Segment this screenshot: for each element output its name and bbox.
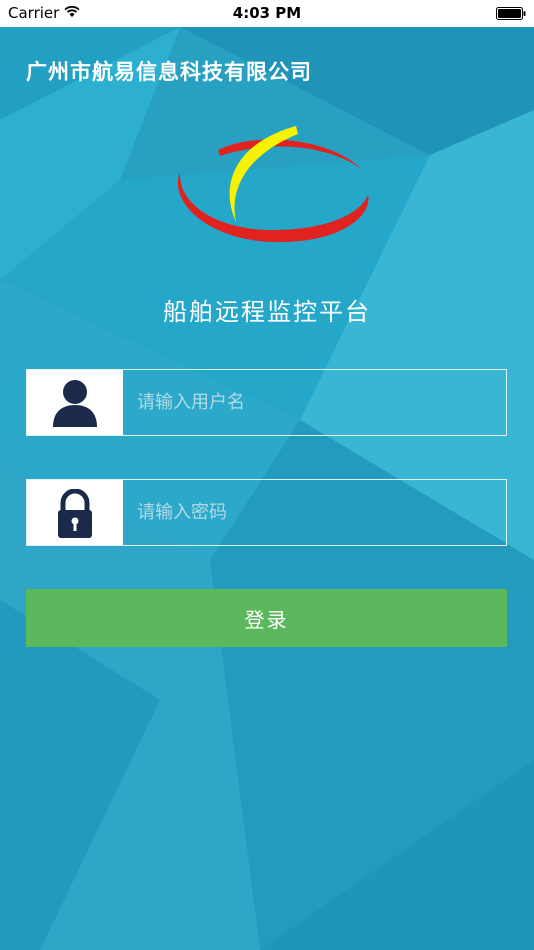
- battery-icon: [496, 7, 526, 20]
- password-input[interactable]: [123, 480, 506, 545]
- status-bar: Carrier 4:03 PM: [0, 0, 534, 27]
- password-field: [26, 479, 507, 546]
- clock: 4:03 PM: [232, 4, 302, 22]
- lock-icon: [58, 489, 92, 538]
- username-icon-box: [27, 370, 123, 435]
- login-button[interactable]: 登录: [26, 589, 507, 647]
- company-logo: [177, 126, 369, 243]
- username-field: [26, 369, 507, 436]
- user-icon: [53, 380, 97, 427]
- password-icon-box: [27, 480, 123, 545]
- company-name: 广州市航易信息科技有限公司: [26, 60, 312, 84]
- username-input[interactable]: [123, 370, 506, 435]
- app-title: 船舶远程监控平台: [163, 298, 371, 326]
